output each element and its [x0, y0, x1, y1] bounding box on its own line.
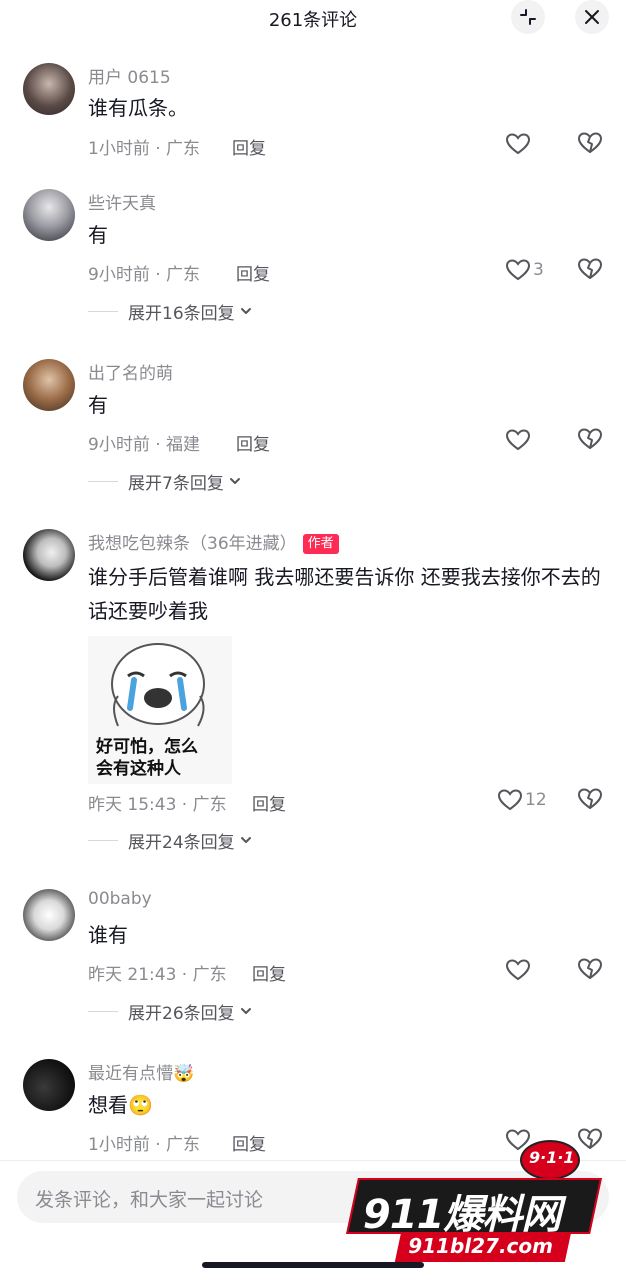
collapse-button[interactable] [511, 0, 545, 34]
like-count: 12 [525, 790, 547, 810]
avatar[interactable] [23, 359, 75, 411]
dislike-button[interactable] [577, 787, 603, 815]
comment-text: 谁有 [88, 923, 128, 947]
watermark-url: 911bl27.com [394, 1232, 572, 1262]
avatar[interactable] [23, 1059, 75, 1111]
broken-heart-icon [578, 258, 602, 279]
heart-icon [505, 959, 531, 981]
comment-meta: 9小时前 · 福建 [88, 435, 201, 455]
comment-meta: 1小时前 · 广东 [88, 139, 201, 159]
comment-meta: 1小时前 · 广东 [88, 1135, 201, 1155]
comment-username[interactable]: 些许天真 [88, 189, 156, 214]
expand-replies[interactable]: 展开16条回复 [88, 299, 254, 324]
heart-icon [505, 429, 531, 451]
expand-replies[interactable]: 展开7条回复 [88, 469, 243, 494]
avatar[interactable] [23, 63, 75, 115]
like-button[interactable]: 12 [497, 787, 547, 813]
comment-text: 谁分手后管着谁啊 我去哪还要告诉你 还要我去接你不去的话还要吵着我 [88, 565, 601, 623]
broken-heart-icon [578, 428, 602, 449]
chevron-down-icon [240, 308, 251, 314]
expand-replies[interactable]: 展开26条回复 [88, 999, 254, 1024]
divider [88, 310, 118, 312]
reply-button[interactable]: 回复 [252, 790, 286, 815]
comment-username[interactable]: 00baby [88, 889, 152, 909]
author-badge: 作者 [302, 534, 339, 554]
like-button[interactable] [505, 131, 533, 157]
dislike-button[interactable] [577, 131, 603, 159]
avatar[interactable] [23, 529, 75, 581]
like-button[interactable]: 3 [505, 257, 544, 283]
expand-replies[interactable]: 展开24条回复 [88, 828, 254, 853]
avatar[interactable] [23, 889, 75, 941]
comment-username[interactable]: 最近有点懵🤯 [88, 1059, 194, 1084]
like-button[interactable] [505, 427, 533, 453]
comment-username[interactable]: 我想吃包辣条（36年进藏） 作者 [88, 529, 339, 554]
reply-button[interactable]: 回复 [236, 260, 270, 285]
reply-button[interactable]: 回复 [232, 1130, 266, 1155]
watermark-badge: 9·1·1 [520, 1140, 580, 1180]
comment-text: 想看🙄 [88, 1093, 153, 1117]
sticker-caption: 好可怕，怎么 会有这种人 [96, 737, 198, 779]
comment-meta: 9小时前 · 广东 [88, 265, 201, 285]
chevron-down-icon [240, 837, 251, 843]
reply-button[interactable]: 回复 [232, 134, 266, 159]
reply-button[interactable]: 回复 [252, 960, 286, 985]
like-button[interactable] [505, 957, 533, 983]
broken-heart-icon [578, 788, 602, 809]
heart-icon [505, 259, 531, 281]
comment-meta: 昨天 21:43 · 广东 [88, 965, 227, 985]
like-count: 3 [533, 260, 544, 280]
divider [88, 480, 118, 482]
avatar[interactable] [23, 189, 75, 241]
comment-text: 有 [88, 223, 108, 247]
chevron-down-icon [240, 1008, 251, 1014]
dislike-button[interactable] [577, 257, 603, 285]
comment-text: 有 [88, 393, 108, 417]
comment-meta: 昨天 15:43 · 广东 [88, 795, 227, 815]
comment-username[interactable]: 出了名的萌 [88, 359, 173, 384]
close-icon [585, 10, 599, 24]
sticker-image[interactable]: 好可怕，怎么 会有这种人 [88, 636, 232, 784]
watermark-brand: 911爆料网 [346, 1178, 602, 1238]
broken-heart-icon [578, 132, 602, 153]
comment-username[interactable]: 用户 0615 [88, 63, 171, 88]
heart-icon [505, 133, 531, 155]
watermark-logo: 9·1·1 911爆料网 911bl27.com [340, 1140, 620, 1275]
comment-input-placeholder: 发条评论，和大家一起讨论 [35, 1189, 264, 1211]
dislike-button[interactable] [577, 957, 603, 985]
heart-icon [497, 789, 523, 811]
collapse-icon [520, 9, 536, 25]
chevron-down-icon [229, 478, 240, 484]
dislike-button[interactable] [577, 427, 603, 455]
divider [88, 839, 118, 841]
comments-header: 261条评论 [0, 0, 626, 34]
reply-button[interactable]: 回复 [236, 430, 270, 455]
broken-heart-icon [578, 958, 602, 979]
close-button[interactable] [575, 0, 609, 34]
comment-text: 谁有瓜条。 [88, 96, 188, 120]
divider [88, 1010, 118, 1012]
crying-face-icon [111, 643, 205, 727]
